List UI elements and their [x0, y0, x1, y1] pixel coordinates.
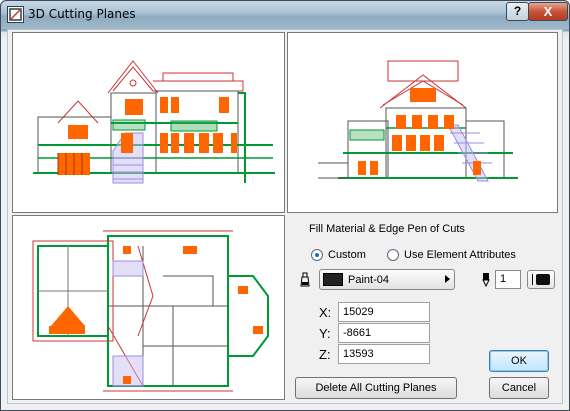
- plan-view[interactable]: [12, 215, 285, 400]
- y-field[interactable]: -8661: [338, 323, 430, 343]
- arrow-right-icon: [445, 275, 450, 283]
- z-field[interactable]: 13593: [338, 344, 430, 364]
- x-label: X:: [319, 305, 332, 320]
- cutting-plane-app-icon: [7, 6, 24, 23]
- preview-panes: [12, 32, 558, 400]
- ok-button[interactable]: OK: [489, 350, 549, 372]
- fill-group-label: Fill Material & Edge Pen of Cuts: [309, 223, 465, 235]
- delete-all-cutting-planes-button[interactable]: Delete All Cutting Planes: [295, 377, 457, 399]
- z-label: Z:: [319, 347, 331, 362]
- side-elevation-drawing: [318, 60, 518, 182]
- front-elevation-view[interactable]: [12, 32, 285, 213]
- material-name: Paint-04: [348, 273, 389, 286]
- title-bar[interactable]: 3D Cutting Planes ? X: [1, 1, 569, 29]
- pen-number-field[interactable]: 1: [495, 270, 521, 289]
- y-label: Y:: [319, 326, 331, 341]
- front-elevation-drawing: [33, 60, 275, 184]
- plan-drawing: [32, 230, 269, 392]
- radio-unselected-icon[interactable]: [387, 249, 399, 261]
- radio-custom[interactable]: Custom: [311, 249, 366, 261]
- side-elevation-view[interactable]: [287, 32, 558, 213]
- help-button[interactable]: ?: [506, 2, 529, 21]
- material-swatch: [323, 273, 343, 286]
- pen-icon: [481, 273, 491, 288]
- radio-custom-label: Custom: [328, 249, 366, 261]
- radio-selected-icon[interactable]: [311, 249, 323, 261]
- pen-divider: [532, 274, 533, 285]
- paint-bucket-icon: [298, 272, 314, 288]
- x-field[interactable]: 15029: [338, 302, 430, 322]
- cancel-button[interactable]: Cancel: [489, 377, 549, 399]
- radio-use-element-attributes[interactable]: Use Element Attributes: [387, 249, 516, 261]
- fill-material-select[interactable]: Paint-04: [319, 269, 455, 290]
- window-title: 3D Cutting Planes: [28, 7, 136, 21]
- pen-color-swatch: [536, 274, 550, 285]
- radio-use-element-attributes-label: Use Element Attributes: [404, 249, 516, 261]
- pen-color-button[interactable]: [527, 270, 555, 289]
- close-button[interactable]: X: [528, 2, 568, 21]
